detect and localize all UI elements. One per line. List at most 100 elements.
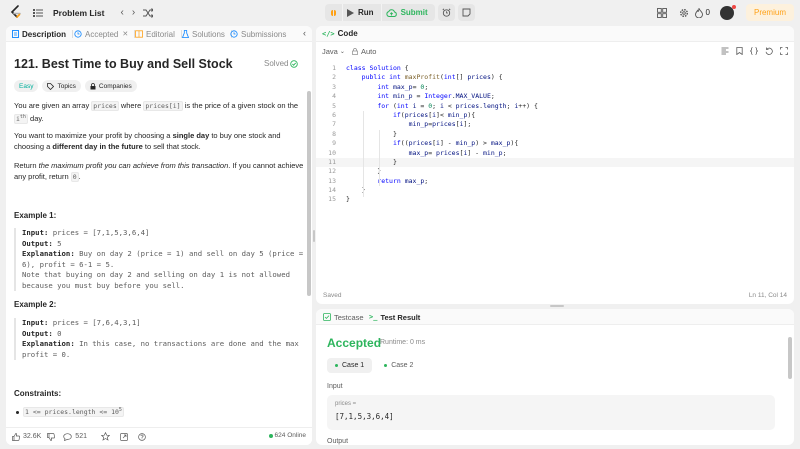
thumbs-down-icon bbox=[47, 432, 56, 441]
case-selector: Case 1 Case 2 bbox=[327, 358, 421, 373]
indent-guide bbox=[363, 111, 364, 197]
example-1-title: Example 1: bbox=[14, 211, 57, 220]
code-header-label: Code bbox=[337, 29, 358, 38]
notes-button[interactable] bbox=[457, 4, 475, 21]
example-1-block: Input: prices = [7,1,5,3,6,4] Output: 5 … bbox=[14, 228, 304, 291]
description-paragraph-2: You want to maximize your profit by choo… bbox=[14, 131, 281, 151]
submit-button[interactable]: Submit bbox=[380, 4, 435, 21]
auto-mode-toggle[interactable]: Auto bbox=[352, 47, 376, 56]
solved-status: Solved bbox=[264, 59, 299, 68]
constraint-1: 1 <= prices.length <= 105 bbox=[23, 407, 124, 418]
tab-description-label: Description bbox=[22, 29, 67, 39]
alarm-clock-icon bbox=[442, 8, 451, 17]
code-line: 8 } bbox=[332, 129, 397, 138]
saved-status: Saved bbox=[323, 292, 342, 299]
tab-solutions[interactable]: Solutions bbox=[182, 26, 232, 42]
like-button[interactable]: 32.6K bbox=[12, 432, 41, 441]
code-line: 14 } bbox=[328, 186, 366, 195]
comments-button[interactable]: 521 bbox=[63, 432, 87, 441]
dislike-button[interactable] bbox=[47, 432, 56, 441]
code-editor-panel: </> Code Java ⌄ Auto 1 class Solution { 2… bbox=[316, 26, 794, 304]
tab-accepted[interactable]: Accepted ✕ bbox=[74, 26, 136, 42]
run-button[interactable]: Run bbox=[342, 4, 381, 21]
fullscreen-icon[interactable] bbox=[780, 47, 788, 55]
tab-editorial[interactable]: Editorial bbox=[135, 26, 182, 42]
tab-description[interactable]: Description bbox=[12, 26, 74, 42]
timer-button[interactable] bbox=[437, 4, 455, 21]
tag-icon bbox=[47, 82, 55, 90]
lock-icon bbox=[352, 48, 358, 55]
layout-grid-icon[interactable] bbox=[656, 7, 667, 18]
share-button[interactable] bbox=[120, 432, 128, 441]
description-panel: Description Accepted ✕ Editorial Solutio… bbox=[6, 26, 312, 445]
bookmark-icon[interactable] bbox=[736, 47, 743, 55]
code-line: 3 int max_p= 0; bbox=[332, 82, 429, 91]
description-footer: 32.6K 521 624 Online bbox=[6, 427, 312, 445]
streak-counter[interactable]: 0 bbox=[694, 7, 710, 18]
tab-submissions[interactable]: Submissions bbox=[230, 26, 286, 42]
code-line: 6 if(prices[i]< min_p){ bbox=[332, 110, 476, 119]
code-line: 9 if((prices[i] - min_p) > max_p){ bbox=[332, 139, 519, 148]
difficulty-badge: Easy bbox=[14, 80, 39, 92]
code-line: 7 min_p=prices[i]; bbox=[332, 120, 472, 129]
constraints-title: Constraints: bbox=[14, 389, 62, 398]
check-circle-icon bbox=[290, 59, 299, 68]
bug-icon bbox=[331, 10, 336, 16]
pass-dot bbox=[335, 364, 338, 367]
input-value-box: prices = [7,1,5,3,6,4] bbox=[327, 395, 775, 430]
notification-dot bbox=[731, 4, 736, 9]
leetcode-logo-icon[interactable] bbox=[9, 5, 23, 20]
close-icon[interactable]: ✕ bbox=[122, 30, 128, 38]
note-icon bbox=[462, 8, 471, 17]
problem-tags: Easy Topics Companies bbox=[14, 80, 137, 92]
vertical-resize-handle[interactable] bbox=[313, 230, 315, 242]
problem-list-link[interactable]: Problem List bbox=[53, 8, 104, 18]
tab-testcase[interactable]: Testcase bbox=[323, 309, 364, 325]
input-variable-name: prices = bbox=[335, 401, 357, 407]
premium-button[interactable]: Premium bbox=[745, 4, 794, 21]
case-2-label: Case 2 bbox=[391, 362, 414, 369]
left-tab-bar: Description Accepted ✕ Editorial Solutio… bbox=[6, 26, 312, 42]
next-problem-icon[interactable]: › bbox=[132, 7, 135, 18]
horizontal-resize-handle[interactable] bbox=[550, 305, 564, 307]
companies-label: Companies bbox=[98, 82, 132, 90]
code-line: 15} bbox=[328, 195, 350, 204]
settings-gear-icon[interactable] bbox=[679, 8, 689, 18]
tab-submissions-label: Submissions bbox=[241, 29, 287, 39]
comment-icon bbox=[63, 432, 72, 441]
editor-tools bbox=[721, 47, 788, 55]
previous-problem-icon[interactable]: ‹ bbox=[120, 7, 123, 18]
help-button[interactable] bbox=[138, 432, 146, 441]
language-select[interactable]: Java ⌄ bbox=[322, 47, 345, 56]
book-icon bbox=[135, 30, 143, 38]
reset-icon[interactable] bbox=[765, 47, 773, 55]
braces-icon[interactable] bbox=[750, 47, 758, 55]
flask-icon bbox=[182, 30, 189, 38]
run-label: Run bbox=[358, 8, 374, 17]
test-result-panel: Testcase >_ Test Result Accepted Runtime… bbox=[316, 309, 794, 445]
description-scrollbar[interactable] bbox=[307, 91, 311, 296]
result-scrollbar[interactable] bbox=[788, 337, 792, 379]
constraint-bullet bbox=[16, 411, 19, 414]
collapse-panel-icon[interactable]: ‹ bbox=[303, 28, 306, 38]
streak-count: 0 bbox=[705, 8, 710, 17]
favorite-button[interactable] bbox=[100, 432, 110, 441]
input-label: Input bbox=[327, 383, 343, 390]
format-code-icon[interactable] bbox=[721, 47, 729, 55]
topics-tag[interactable]: Topics bbox=[42, 80, 81, 92]
checkbox-icon bbox=[323, 313, 331, 321]
pass-dot bbox=[384, 364, 388, 367]
online-count: 624 Online bbox=[268, 432, 306, 439]
tab-test-result[interactable]: >_ Test Result bbox=[369, 309, 420, 325]
code-line: 4 int min_p = Integer.MAX_VALUE; bbox=[332, 92, 495, 101]
shuffle-icon[interactable] bbox=[143, 7, 154, 18]
case-1-tab[interactable]: Case 1 bbox=[327, 358, 373, 373]
code-header: </> Code bbox=[316, 26, 794, 42]
user-avatar[interactable] bbox=[719, 4, 736, 20]
companies-tag[interactable]: Companies bbox=[84, 80, 137, 92]
code-lines[interactable]: 1 class Solution { 2 public int maxProfit… bbox=[316, 64, 794, 205]
case-2-tab[interactable]: Case 2 bbox=[376, 358, 421, 373]
debug-button[interactable] bbox=[325, 4, 342, 21]
history-icon bbox=[230, 30, 238, 38]
problem-list-icon[interactable] bbox=[33, 8, 43, 18]
